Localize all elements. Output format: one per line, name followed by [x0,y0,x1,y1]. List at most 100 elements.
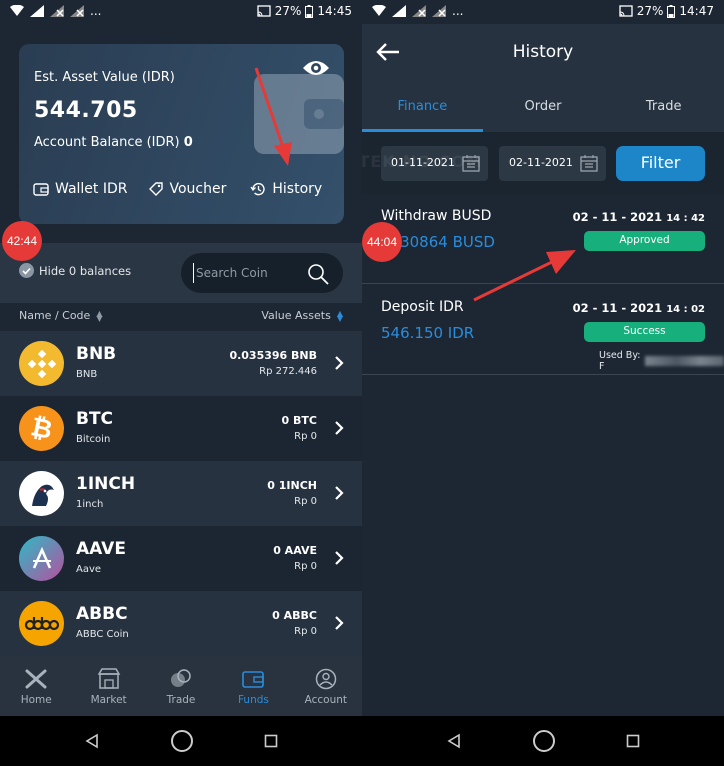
nav-trade-label: Trade [166,694,196,706]
1inch-logo-icon [19,471,64,516]
coin-amount: 0 AAVE [273,544,317,557]
coin-row-aave[interactable]: AAVE Aave 0 AAVE Rp 0 [0,526,362,591]
transaction-title: Deposit IDR [381,299,464,315]
signal-off-icon [50,5,64,17]
wifi-icon [372,5,386,16]
signal-off-icon [412,5,426,17]
transaction-date: 02 - 11 - 2021 [572,210,663,224]
trade-icon [171,669,191,687]
wallet-icon [33,183,49,196]
voucher-label: Voucher [169,181,227,197]
btc-logo-icon: ₿ [19,406,64,451]
coin-row-1inch[interactable]: 1INCH 1inch 0 1INCH Rp 0 [0,461,362,526]
status-bar: ... 27% 14:47 [362,0,724,24]
search-input[interactable] [193,263,303,283]
bnb-logo-icon [19,341,64,386]
transaction-time: 14 : 42 [666,213,705,224]
back-arrow-icon[interactable] [376,42,400,62]
sort-by-value[interactable]: Value Assets ▲ ▼ [261,309,343,322]
nav-funds-label: Funds [237,694,269,706]
battery-icon [305,4,314,18]
coin-name: ABBC Coin [76,629,129,640]
battery-level: 27% [274,4,302,18]
nav-market[interactable]: Market [72,656,144,716]
redacted-name [644,356,724,366]
chevron-right-icon [335,421,344,435]
asset-value: 544.705 [34,98,138,123]
history-icon [250,182,266,196]
home-circle-icon[interactable] [532,729,556,753]
coin-list: BNB BNB 0.035396 BNB Rp 272.446 ₿ BTC Bi… [0,331,362,656]
funds-screen: ... 27% 14:45 Est. Asset Value (IDR) 544… [0,0,362,766]
transaction-datetime: 02 - 11 - 2021 14 : 02 [573,301,705,315]
voucher-button[interactable]: Voucher [148,181,227,197]
date-to-field[interactable]: 02-11-2021 [499,146,606,181]
annotation-arrow-up [473,250,576,302]
coin-value-rp: Rp 0 [294,626,317,637]
coin-row-bnb[interactable]: BNB BNB 0.035396 BNB Rp 272.446 [0,331,362,396]
wallet-idr-button[interactable]: Wallet IDR [33,181,128,197]
coin-row-btc[interactable]: ₿ BTC Bitcoin 0 BTC Rp 0 [0,396,362,461]
date-to-value: 02-11-2021 [509,156,573,169]
wifi-icon [10,5,24,16]
transaction-title: Withdraw BUSD [381,208,492,224]
sort-by-name[interactable]: Name / Code ▲ ▼ [19,309,102,322]
app-header: History [362,24,724,82]
funds-icon [242,671,265,688]
abbc-logo-icon [19,601,64,646]
eye-icon[interactable] [302,58,330,78]
col-value-label: Value Assets [261,309,331,322]
transaction-amount: 546.150 IDR [381,324,475,342]
account-balance-label: Account Balance (IDR) [34,135,180,150]
coin-name: Aave [76,564,102,575]
back-triangle-icon[interactable] [84,733,100,749]
account-balance: Account Balance (IDR) 0 [34,135,193,150]
status-more: ... [90,4,102,18]
nav-home-label: Home [20,694,52,706]
home-icon [25,669,47,689]
watermark: FTOTEK.NO.COM [362,152,480,171]
coin-row-abbc[interactable]: ABBC ABBC Coin 0 ABBC Rp 0 [0,591,362,656]
aave-logo-icon [19,536,64,581]
balance-filter-bar: Hide 0 balances [0,243,362,303]
home-circle-icon[interactable] [170,729,194,753]
market-icon [97,668,120,689]
nav-trade[interactable]: Trade [145,656,217,716]
recents-square-icon[interactable] [626,734,640,748]
history-button[interactable]: History [250,181,322,197]
coin-amount: 0 ABBC [272,609,317,622]
nav-funds[interactable]: Funds [217,656,289,716]
wallet-idr-label: Wallet IDR [55,181,128,197]
tag-icon [148,182,163,196]
transaction-time: 14 : 02 [666,304,705,315]
annotation-arrow-down [254,67,292,166]
card-actions: Wallet IDR Voucher History [33,181,333,197]
nav-account[interactable]: Account [290,656,362,716]
check-icon [19,263,34,278]
hide-zero-toggle[interactable]: Hide 0 balances [19,263,131,278]
coin-value-rp: Rp 272.446 [259,366,317,377]
status-badge: Success [584,322,705,342]
signal-icon [392,5,406,17]
tab-finance[interactable]: Finance [362,82,483,132]
recents-square-icon[interactable] [264,734,278,748]
chevron-right-icon [335,616,344,630]
tab-order[interactable]: Order [483,82,604,132]
hide-zero-label: Hide 0 balances [39,263,132,278]
search-icon[interactable] [306,262,330,286]
back-triangle-icon[interactable] [446,733,462,749]
system-nav-bar [0,716,362,766]
battery-level: 27% [636,4,664,18]
filter-button[interactable]: Filter [616,146,705,181]
chevron-right-icon [335,486,344,500]
timer-bubble: 44:04 [362,222,402,262]
tab-trade[interactable]: Trade [603,82,724,132]
coin-amount: 0 1INCH [267,479,317,492]
history-screen: ... 27% 14:47 History Finance Order Trad… [362,0,724,766]
nav-account-label: Account [304,694,348,706]
coin-amount: 0.035396 BNB [229,349,317,362]
clock: 14:47 [679,4,714,18]
nav-home[interactable]: Home [0,656,72,716]
status-bar: ... 27% 14:45 [0,0,362,24]
signal-off-icon [70,5,84,17]
